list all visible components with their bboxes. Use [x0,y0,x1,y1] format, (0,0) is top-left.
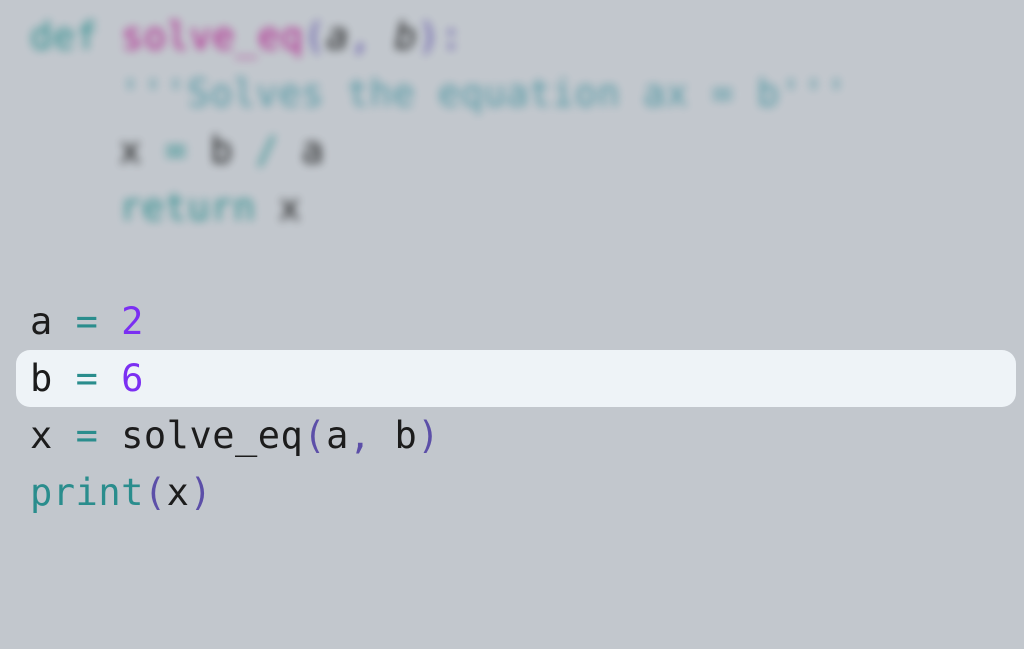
code-line: x = solve_eq(a, b) [30,407,1024,464]
paren-open: ( [144,471,167,514]
op-eq: = [165,129,188,172]
docstring: '''Solves the equation ax = b''' [119,72,848,115]
code-line-blank [30,236,1024,293]
function-name: solve_eq [121,15,303,58]
builtin-print: print [30,471,144,514]
comma: , [349,414,395,457]
code-editor[interactable]: def solve_eq(a, b): '''Solves the equati… [0,0,1024,521]
paren-close: ) [189,471,212,514]
arg-a: a [326,414,349,457]
paren-open: ( [303,414,326,457]
var-a: a [30,300,76,343]
op-eq: = [76,414,99,457]
paren-close: ) [417,15,440,58]
var-b: b [210,129,256,172]
code-line: def solve_eq(a, b): [30,8,1024,65]
comma: , [349,15,395,58]
code-line: '''Solves the equation ax = b''' [30,65,1024,122]
param-b: b [394,15,417,58]
param-a: a [326,15,349,58]
keyword-return: return [119,186,278,229]
current-line-highlight [16,350,1016,407]
space [98,300,121,343]
op-div: / [256,129,279,172]
function-call: solve_eq [121,414,303,457]
var-a: a [301,129,324,172]
var-b: b [30,357,76,400]
paren-close: ) [417,414,440,457]
space [187,129,210,172]
space [279,129,302,172]
op-eq: = [76,300,99,343]
space [98,414,121,457]
arg-b: b [394,414,417,457]
var-x: x [279,186,302,229]
number-literal: 2 [121,300,144,343]
code-line-current: b = 6 [30,350,1024,407]
code-line: return x [30,179,1024,236]
paren-open: ( [303,15,326,58]
code-line: a = 2 [30,293,1024,350]
keyword-def: def [30,15,121,58]
space [98,357,121,400]
colon: : [440,15,463,58]
number-literal: 6 [121,357,144,400]
code-line: x = b / a [30,122,1024,179]
var-x: x [167,471,190,514]
var-x: x [30,414,76,457]
op-eq: = [76,357,99,400]
code-line: print(x) [30,464,1024,521]
var-x: x [119,129,165,172]
